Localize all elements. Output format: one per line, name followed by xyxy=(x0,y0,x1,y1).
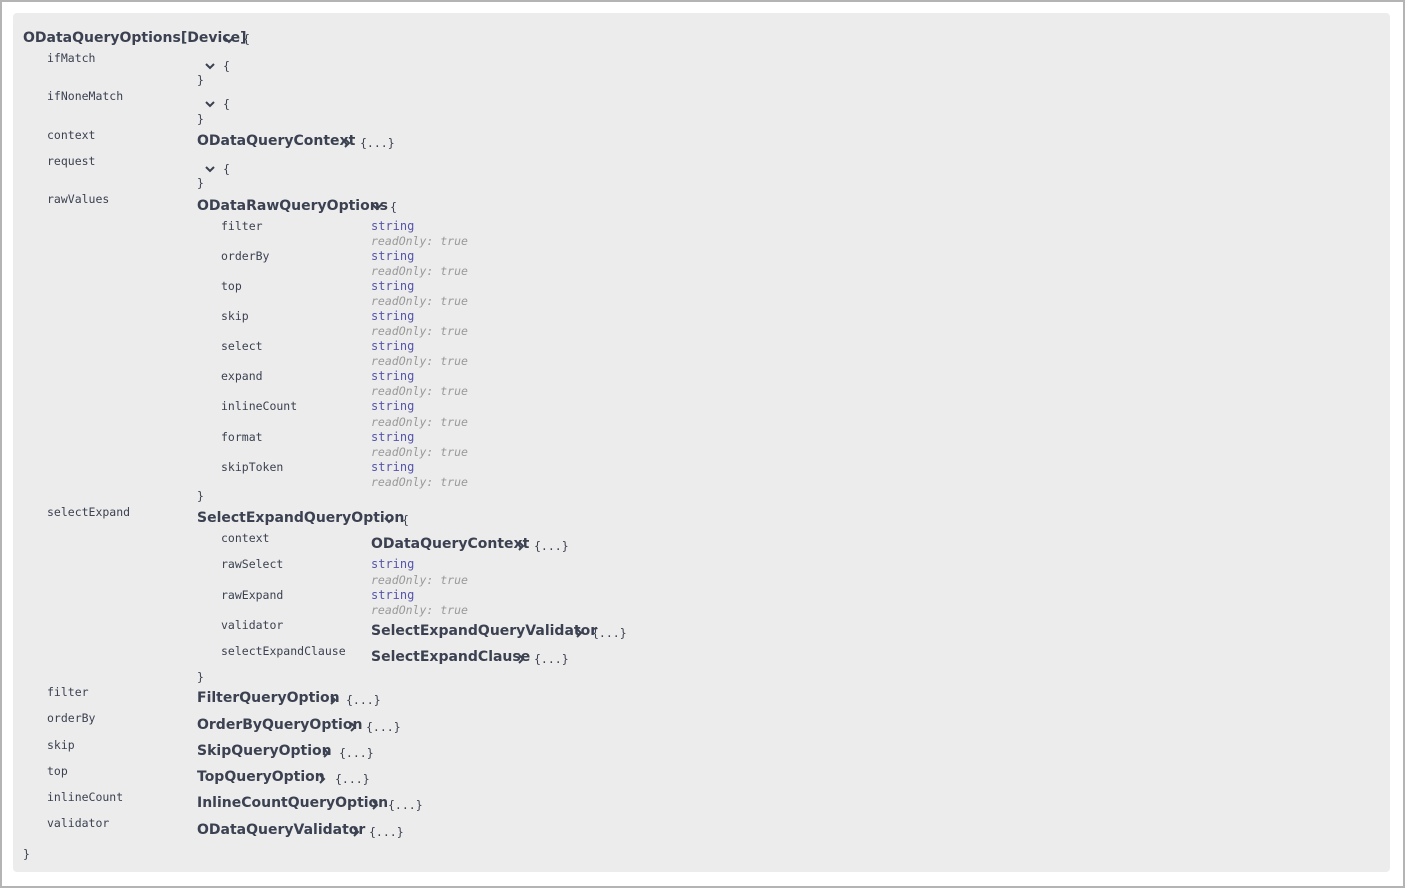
property-ifnonematch: ifNoneMatch xyxy=(47,89,124,103)
rawvalues-prop: select xyxy=(221,339,263,353)
collapsed-brace: {...} xyxy=(369,825,404,839)
chevron-right-icon[interactable] xyxy=(515,653,527,665)
type-string: string xyxy=(371,460,415,474)
close-brace: } xyxy=(23,847,30,861)
chevron-right-icon[interactable] xyxy=(369,799,381,811)
type-string: string xyxy=(371,399,415,413)
readonly-label: readOnly: true xyxy=(371,603,468,617)
collapsed-brace: {...} xyxy=(534,652,569,666)
chevron-down-icon[interactable] xyxy=(204,163,216,175)
type-string: string xyxy=(371,588,415,602)
property-context: context xyxy=(47,128,96,142)
readonly-label: readOnly: true xyxy=(371,354,468,368)
chevron-down-icon[interactable] xyxy=(204,98,216,110)
model-link-orderby[interactable]: OrderByQueryOption xyxy=(197,717,362,733)
chevron-down-icon[interactable] xyxy=(204,60,216,72)
open-brace: { xyxy=(243,32,250,46)
type-string: string xyxy=(371,339,415,353)
rawvalues-prop: expand xyxy=(221,369,263,383)
model-link-selectexpand-validator[interactable]: SelectExpandQueryValidator xyxy=(371,623,597,639)
chevron-right-icon[interactable] xyxy=(320,747,332,759)
open-brace: { xyxy=(390,200,397,214)
readonly-label: readOnly: true xyxy=(371,475,468,489)
model-link-selectexpand[interactable]: SelectExpandQueryOption xyxy=(197,510,404,526)
readonly-label: readOnly: true xyxy=(371,573,468,587)
collapsed-brace: {...} xyxy=(346,693,381,707)
readonly-label: readOnly: true xyxy=(371,234,468,248)
readonly-label: readOnly: true xyxy=(371,445,468,459)
rawvalues-prop: inlineCount xyxy=(221,399,298,413)
type-string: string xyxy=(371,279,415,293)
rawvalues-prop: format xyxy=(221,430,263,444)
collapsed-brace: {...} xyxy=(366,720,401,734)
selectexpand-prop-context: context xyxy=(221,531,270,545)
rawvalues-prop: skip xyxy=(221,309,249,323)
model-link-skip[interactable]: SkipQueryOption xyxy=(197,743,332,759)
rawvalues-prop: orderBy xyxy=(221,249,270,263)
model-link-validator[interactable]: ODataQueryValidator xyxy=(197,822,365,838)
open-brace: { xyxy=(223,97,230,111)
selectexpand-prop-rawselect: rawSelect xyxy=(221,557,284,571)
collapsed-brace: {...} xyxy=(339,746,374,760)
readonly-label: readOnly: true xyxy=(371,294,468,308)
property-rawvalues: rawValues xyxy=(47,192,110,206)
chevron-right-icon[interactable] xyxy=(341,137,353,149)
model-link-inlinecount[interactable]: InlineCountQueryOption xyxy=(197,795,388,811)
collapsed-brace: {...} xyxy=(534,539,569,553)
chevron-right-icon[interactable] xyxy=(515,540,527,552)
property-selectexpand: selectExpand xyxy=(47,505,131,519)
open-brace: { xyxy=(223,162,230,176)
property-validator: validator xyxy=(47,816,110,830)
model-link-context[interactable]: ODataQueryContext xyxy=(197,133,355,149)
open-brace: { xyxy=(402,513,409,527)
collapsed-brace: {...} xyxy=(360,136,395,150)
property-skip: skip xyxy=(47,738,75,752)
chevron-down-icon[interactable] xyxy=(223,34,235,46)
type-string: string xyxy=(371,309,415,323)
close-brace: } xyxy=(197,73,204,87)
type-string: string xyxy=(371,430,415,444)
chevron-right-icon[interactable] xyxy=(327,694,339,706)
open-brace: { xyxy=(223,59,230,73)
collapsed-brace: {...} xyxy=(592,626,627,640)
type-string: string xyxy=(371,557,415,571)
collapsed-brace: {...} xyxy=(335,772,370,786)
chevron-right-icon[interactable] xyxy=(347,721,359,733)
close-brace: } xyxy=(197,112,204,126)
chevron-right-icon[interactable] xyxy=(573,627,585,639)
chevron-down-icon[interactable] xyxy=(371,201,383,213)
model-link-top[interactable]: TopQueryOption xyxy=(197,769,325,785)
close-brace: } xyxy=(197,489,204,503)
chevron-right-icon[interactable] xyxy=(350,826,362,838)
model-link-filter[interactable]: FilterQueryOption xyxy=(197,690,340,706)
readonly-label: readOnly: true xyxy=(371,324,468,338)
rawvalues-prop: top xyxy=(221,279,242,293)
close-brace: } xyxy=(197,670,204,684)
model-link-rawvalues[interactable]: ODataRawQueryOptions xyxy=(197,198,388,214)
property-inlinecount: inlineCount xyxy=(47,790,124,804)
property-ifmatch: ifMatch xyxy=(47,51,96,65)
property-request: request xyxy=(47,154,96,168)
chevron-down-icon[interactable] xyxy=(383,514,395,526)
readonly-label: readOnly: true xyxy=(371,264,468,278)
model-title[interactable]: ODataQueryOptions[Device] xyxy=(23,30,246,46)
readonly-label: readOnly: true xyxy=(371,384,468,398)
readonly-label: readOnly: true xyxy=(371,415,468,429)
rawvalues-prop: filter xyxy=(221,219,263,233)
property-orderby: orderBy xyxy=(47,711,96,725)
type-string: string xyxy=(371,369,415,383)
property-top: top xyxy=(47,764,68,778)
chevron-right-icon[interactable] xyxy=(316,773,328,785)
close-brace: } xyxy=(197,176,204,190)
selectexpand-prop-rawexpand: rawExpand xyxy=(221,588,284,602)
selectexpand-prop-clause: selectExpandClause xyxy=(221,644,346,658)
rawvalues-prop: skipToken xyxy=(221,460,284,474)
type-string: string xyxy=(371,249,415,263)
selectexpand-prop-validator: validator xyxy=(221,618,284,632)
model-link-context[interactable]: ODataQueryContext xyxy=(371,536,529,552)
collapsed-brace: {...} xyxy=(388,798,423,812)
type-string: string xyxy=(371,219,415,233)
model-link-selectexpand-clause[interactable]: SelectExpandClause xyxy=(371,649,530,665)
property-filter: filter xyxy=(47,685,89,699)
